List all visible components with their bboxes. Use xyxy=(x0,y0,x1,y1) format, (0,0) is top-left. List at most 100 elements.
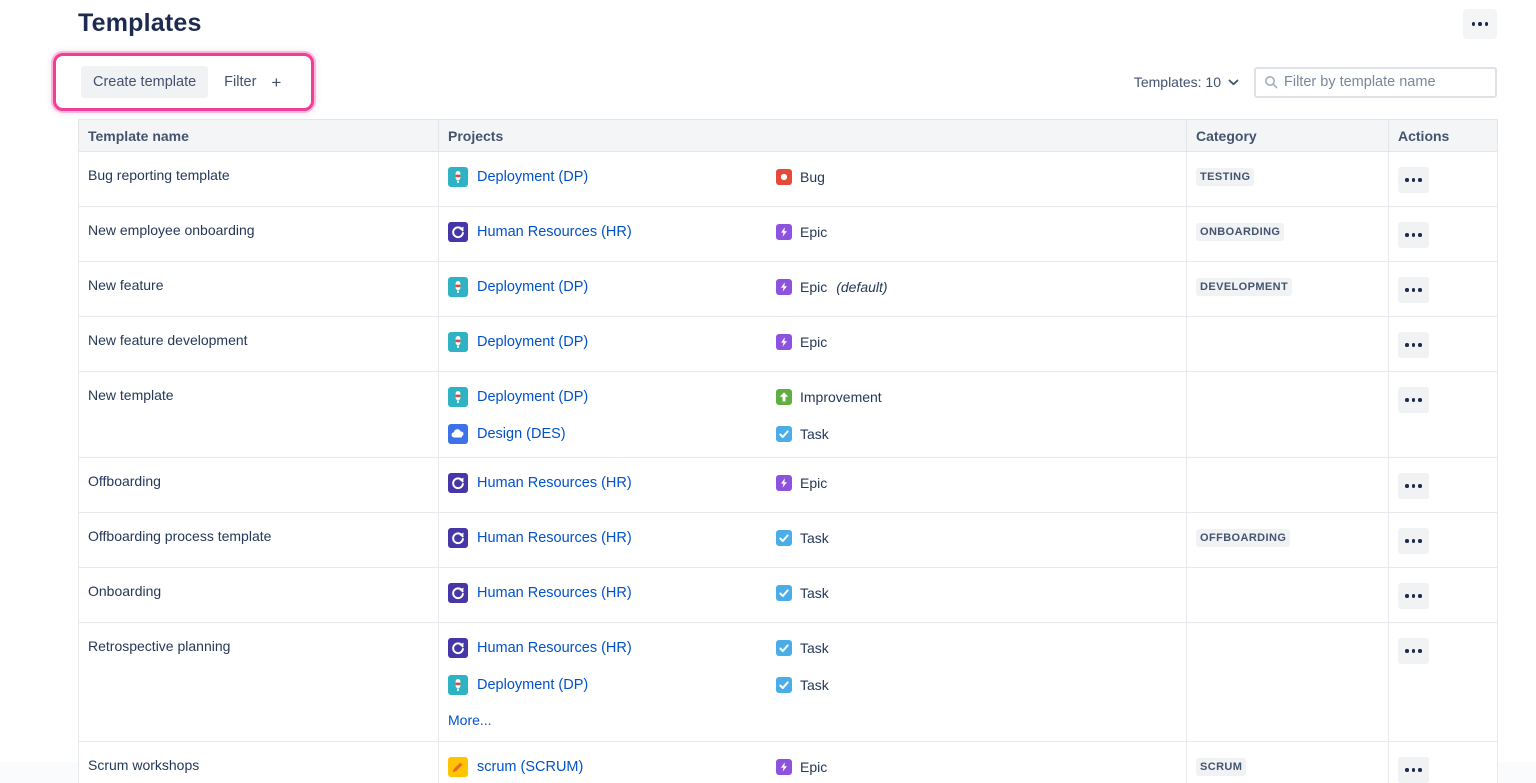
actions-cell xyxy=(1389,317,1498,372)
templates-page: Templates Create template Filter + Templ… xyxy=(0,0,1536,783)
category-cell xyxy=(1187,372,1389,458)
projects-cell: Deployment (DP) Bug xyxy=(439,152,1187,207)
template-name-cell: New template xyxy=(79,372,439,458)
more-projects-link[interactable]: More... xyxy=(448,712,492,728)
column-header-template-name: Template name xyxy=(79,120,439,152)
issue-type: Task xyxy=(776,426,829,442)
scrum-project-icon xyxy=(448,757,468,777)
row-actions-button[interactable] xyxy=(1398,387,1429,413)
category-cell: DEVELOPMENT xyxy=(1187,262,1389,317)
annotation-highlight-box: Create template Filter + xyxy=(53,53,314,111)
project-line: Deployment (DP)Task xyxy=(448,675,1176,695)
epic-icon xyxy=(776,224,792,240)
project: Human Resources (HR) xyxy=(448,583,776,603)
templates-count-label: Templates: 10 xyxy=(1134,74,1221,90)
column-header-category: Category xyxy=(1187,120,1389,152)
more-horizontal-icon xyxy=(1405,484,1422,488)
row-actions-button[interactable] xyxy=(1398,757,1429,783)
table-row: Scrum workshops scrum (SCRUM)Epic SCRUM xyxy=(79,742,1498,783)
issue-type-label: Task xyxy=(800,530,829,546)
projects-cell: Human Resources (HR) Task xyxy=(439,568,1187,623)
template-name: Scrum workshops xyxy=(88,757,199,773)
project: scrum (SCRUM) xyxy=(448,757,776,777)
template-name: New feature development xyxy=(88,332,248,348)
project-link[interactable]: Human Resources (HR) xyxy=(477,530,632,546)
templates-table: Template name Projects Category Actions … xyxy=(78,119,1498,783)
actions-cell xyxy=(1389,262,1498,317)
page-more-actions-button[interactable] xyxy=(1463,9,1497,39)
table-body: Bug reporting template Deployment (DP) Bug… xyxy=(79,152,1498,783)
table-row: OffboardingHuman Resources (HR)Epic xyxy=(79,458,1498,513)
more-horizontal-icon xyxy=(1405,343,1422,347)
actions-cell xyxy=(1389,742,1498,783)
project-link[interactable]: Human Resources (HR) xyxy=(477,224,632,240)
hr-project-icon xyxy=(448,528,468,548)
search-icon xyxy=(1264,75,1278,89)
row-actions-button[interactable] xyxy=(1398,167,1429,193)
hr-project-icon xyxy=(448,583,468,603)
issue-type-label: Bug xyxy=(800,169,825,185)
epic-icon xyxy=(776,759,792,775)
table-row: Onboarding Human Resources (HR) Task xyxy=(79,568,1498,623)
create-template-button[interactable]: Create template xyxy=(81,66,208,98)
row-actions-button[interactable] xyxy=(1398,222,1429,248)
issue-type: Task xyxy=(776,640,829,656)
project-link[interactable]: Design (DES) xyxy=(477,426,566,442)
page-header: Templates xyxy=(78,0,1497,39)
project-link[interactable]: Human Resources (HR) xyxy=(477,475,632,491)
row-actions-button[interactable] xyxy=(1398,473,1429,499)
projects-cell: Human Resources (HR)Epic xyxy=(439,207,1187,262)
design-project-icon xyxy=(448,424,468,444)
template-name-cell: Offboarding process template xyxy=(79,513,439,568)
row-actions-button[interactable] xyxy=(1398,277,1429,303)
project-link[interactable]: Deployment (DP) xyxy=(477,169,588,185)
project-link[interactable]: Human Resources (HR) xyxy=(477,585,632,601)
table-row: New templateDeployment (DP)ImprovementDe… xyxy=(79,372,1498,458)
projects-cell: Deployment (DP) Epic xyxy=(439,317,1187,372)
project-line: Deployment (DP)Epic(default) xyxy=(448,277,1176,297)
project-link[interactable]: scrum (SCRUM) xyxy=(477,759,583,775)
template-name: New employee onboarding xyxy=(88,222,255,238)
row-actions-button[interactable] xyxy=(1398,638,1429,664)
more-horizontal-icon xyxy=(1405,649,1422,653)
project-link[interactable]: Deployment (DP) xyxy=(477,389,588,405)
template-search-input[interactable] xyxy=(1278,74,1495,90)
row-actions-button[interactable] xyxy=(1398,332,1429,358)
row-actions-button[interactable] xyxy=(1398,528,1429,554)
project-line: Human Resources (HR) Task xyxy=(448,638,1176,658)
row-actions-button[interactable] xyxy=(1398,583,1429,609)
template-name: Offboarding xyxy=(88,473,161,489)
add-filter-button[interactable]: + xyxy=(271,74,281,91)
templates-count-dropdown[interactable]: Templates: 10 xyxy=(1134,74,1239,90)
more-horizontal-icon xyxy=(1405,398,1422,402)
issue-type: Bug xyxy=(776,169,825,185)
hr-project-icon xyxy=(448,638,468,658)
filter-button[interactable]: Filter xyxy=(224,74,256,90)
category-cell xyxy=(1187,317,1389,372)
project-link[interactable]: Human Resources (HR) xyxy=(477,640,632,656)
template-name-cell: Bug reporting template xyxy=(79,152,439,207)
project-line: Human Resources (HR)Epic xyxy=(448,222,1176,242)
more-horizontal-icon xyxy=(1405,288,1422,292)
issue-type-label: Task xyxy=(800,585,829,601)
actions-cell xyxy=(1389,372,1498,458)
project-link[interactable]: Deployment (DP) xyxy=(477,279,588,295)
project-link[interactable]: Deployment (DP) xyxy=(477,334,588,350)
deployment-project-icon xyxy=(448,167,468,187)
template-name-cell: Onboarding xyxy=(79,568,439,623)
table-row: Offboarding process template Human Resour… xyxy=(79,513,1498,568)
more-horizontal-icon xyxy=(1405,594,1422,598)
issue-type-label: Epic xyxy=(800,279,827,295)
actions-cell xyxy=(1389,152,1498,207)
improvement-icon xyxy=(776,389,792,405)
table-row: New feature development Deployment (DP) Ep… xyxy=(79,317,1498,372)
project-link[interactable]: Deployment (DP) xyxy=(477,677,588,693)
epic-icon xyxy=(776,279,792,295)
table-row: Retrospective planningHuman Resources (H… xyxy=(79,623,1498,742)
category-cell: ONBOARDING xyxy=(1187,207,1389,262)
project-line: scrum (SCRUM)Epic xyxy=(448,757,1176,777)
bug-icon xyxy=(776,169,792,185)
actions-cell xyxy=(1389,568,1498,623)
category-badge: SCRUM xyxy=(1196,758,1246,776)
issue-type: Epic xyxy=(776,334,827,350)
